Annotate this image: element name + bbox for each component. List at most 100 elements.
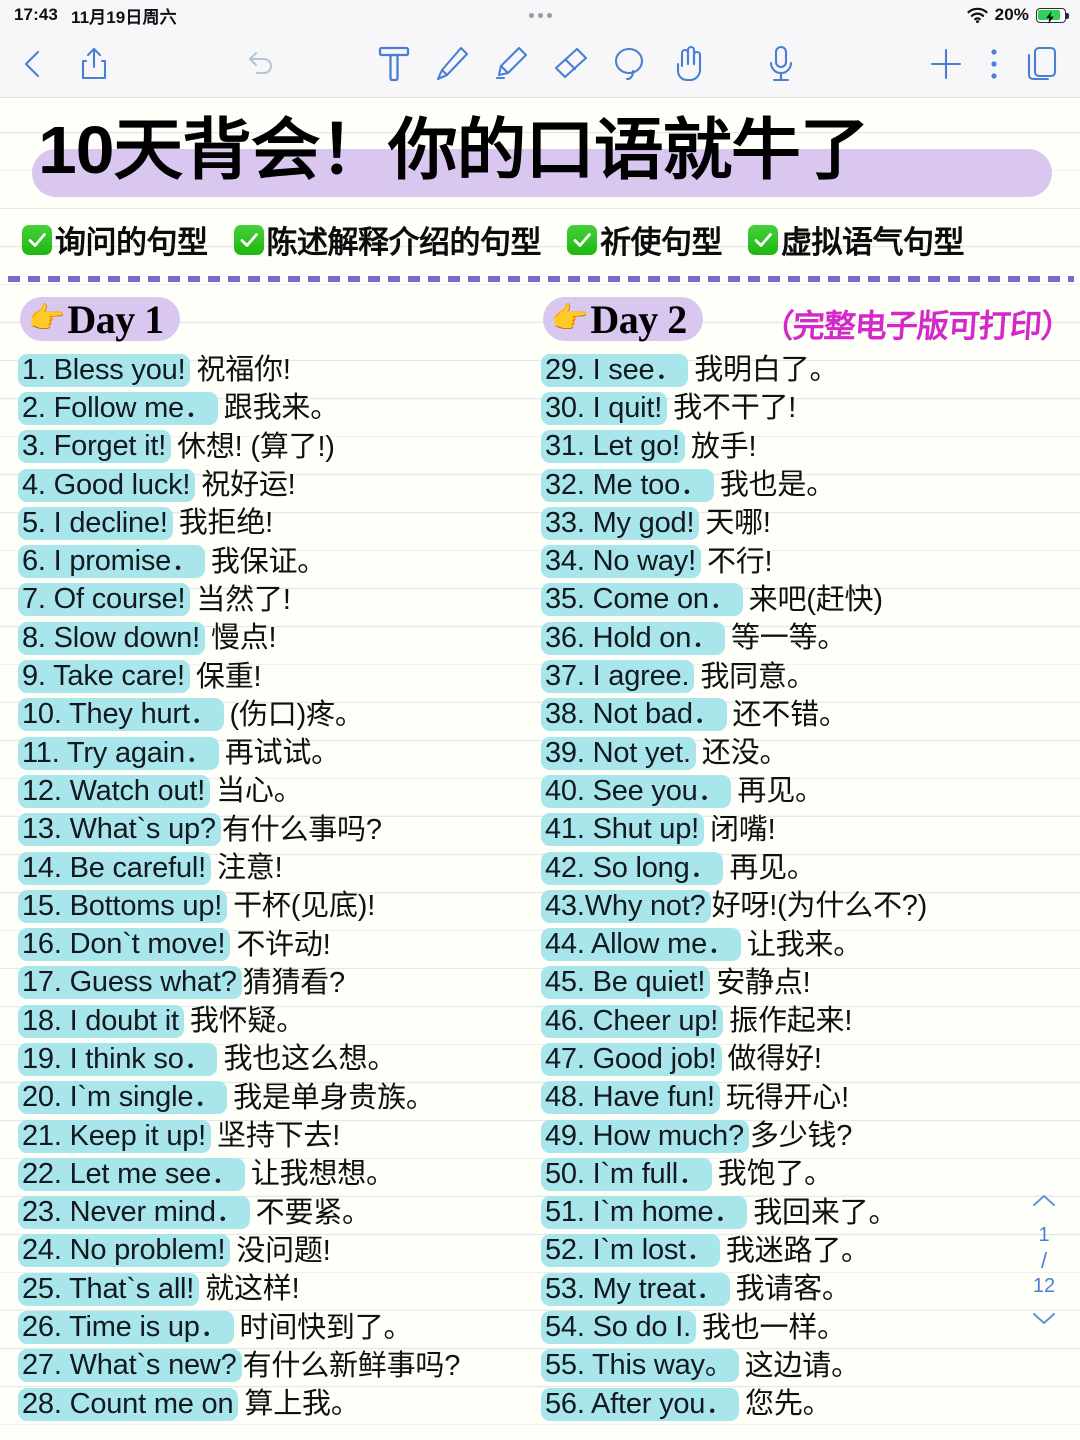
phrase-english: 46. Cheer up! (541, 1004, 724, 1038)
page-separator: / (1040, 1248, 1048, 1273)
phrase-english: 24. No problem! (18, 1234, 231, 1268)
phrase-chinese: 慢点! (210, 622, 277, 655)
phrase-english: 34. No way! (541, 545, 701, 579)
phrase-english: 31. Let go! (541, 430, 685, 464)
plus-icon[interactable] (928, 46, 964, 82)
phrase-chinese: 我也这么想。 (223, 1043, 397, 1076)
phrase-english: 8. Slow down! (18, 621, 205, 655)
highlighter-icon[interactable] (492, 44, 530, 84)
pen-icon[interactable] (433, 44, 471, 84)
phrase-row: 34. No way! 不行! (541, 542, 1061, 580)
phrase-english: 17. Guess what? (18, 966, 242, 1000)
phrase-chinese: 闭嘴! (710, 813, 776, 846)
phrase-english: 18. I doubt it (18, 1004, 184, 1038)
check-mark-icon (567, 224, 597, 255)
phrase-row: 2. Follow me． 跟我来。 (18, 389, 538, 427)
phrase-chinese: 不要紧。 (255, 1196, 371, 1229)
status-bar-left: 17:43 11月19日周六 (14, 3, 177, 28)
toolbar-left-group (0, 46, 278, 82)
phrase-row: 44. Allow me． 让我来。 (541, 925, 1061, 963)
chevron-up-icon[interactable] (1031, 1192, 1057, 1212)
share-icon[interactable] (78, 46, 110, 82)
chevron-down-icon[interactable] (1031, 1310, 1057, 1330)
phrase-chinese: 来吧(赶快) (748, 583, 883, 616)
phrase-chinese: 放手! (690, 430, 757, 463)
phrase-chinese: 还没。 (701, 737, 789, 770)
lasso-icon[interactable] (610, 44, 648, 84)
phrase-row: 32. Me too． 我也是。 (541, 466, 1061, 504)
phrase-english: 14. Be careful! (18, 851, 211, 885)
phrase-row: 23. Never mind． 不要紧。 (18, 1194, 538, 1232)
phrase-row: 46. Cheer up! 振作起来! (541, 1002, 1061, 1040)
phrase-row: 20. I`m single． 我是单身贵族。 (18, 1079, 538, 1117)
phrase-chinese: 祝福你! (196, 354, 291, 387)
day1-pill: 👉 Day 1 (20, 297, 180, 342)
phrase-english: 44. Allow me． (541, 928, 741, 962)
phrase-english: 5. I decline! (18, 506, 173, 540)
phrase-chinese: 让我来。 (746, 928, 863, 961)
phrase-chinese: 我同意。 (700, 660, 816, 693)
eraser-icon[interactable] (551, 44, 589, 84)
phrase-row: 12. Watch out! 当心。 (18, 772, 538, 810)
editor-toolbar (0, 30, 1080, 98)
text-T-icon[interactable] (376, 44, 412, 84)
phrase-english: 7. Of course! (18, 583, 191, 617)
hand-pointer-icon[interactable] (669, 44, 707, 84)
phrase-english: 32. Me too． (541, 468, 714, 502)
pointing-hand-icon: 👉 (28, 302, 66, 335)
phrase-english: 11. Try again． (18, 736, 219, 770)
phrase-english: 6. I promise． (18, 545, 205, 579)
phrase-row: 55. This way。 这边请。 (541, 1347, 1061, 1385)
phrase-row: 43.Why not? 好呀!(为什么不?) (541, 887, 1061, 925)
phrase-row: 50. I`m full． 我饱了。 (541, 1155, 1061, 1193)
tag-label: 询问的句型 (55, 225, 208, 260)
phrase-chinese: 我饱了。 (717, 1158, 833, 1191)
phrase-chinese: 我也是。 (719, 469, 836, 502)
chevron-left-icon[interactable] (18, 47, 48, 81)
status-date: 11月19日周六 (70, 7, 177, 27)
phrase-chinese: 我保证。 (210, 545, 327, 578)
phrase-chinese: 当然了! (196, 583, 291, 616)
phrase-row: 17. Guess what? 猜猜看? (18, 964, 538, 1002)
phrase-row: 37. I agree. 我同意。 (541, 657, 1061, 695)
page-counter: 1 / 12 (1033, 1224, 1055, 1298)
phrase-row: 54. So do I. 我也一样。 (541, 1308, 1061, 1346)
phrase-english: 2. Follow me． (18, 391, 218, 425)
phrase-english: 33. My god! (541, 506, 700, 540)
phrase-row: 10. They hurt． (伤口)疼。 (18, 696, 538, 734)
phrase-chinese: 这边请。 (744, 1349, 860, 1382)
page-navigator[interactable]: 1 / 12 (1022, 1192, 1066, 1330)
tag-item: 虚拟语气句型 (748, 217, 965, 262)
tag-item: 祈使句型 (567, 217, 723, 262)
phrase-chinese: 不许动! (236, 928, 331, 961)
phrase-row: 38. Not bad． 还不错。 (541, 696, 1061, 734)
vertical-dots-icon[interactable] (988, 46, 1000, 82)
toolbar-right-group (928, 45, 1060, 83)
phrase-chinese: 跟我来。 (223, 392, 339, 425)
phrase-english: 27. What`s new? (18, 1349, 242, 1383)
phrase-row: 13. What`s up? 有什么事吗? (18, 811, 538, 849)
dashed-divider (8, 276, 1074, 282)
tag-label: 陈述解释介绍的句型 (266, 225, 542, 260)
phrase-chinese: 我回来了。 (753, 1196, 898, 1229)
note-page-canvas[interactable]: 10天背会！你的口语就牛了 询问的句型 陈述解释介绍的句型 祈使句型 虚拟语气句… (0, 99, 1080, 1440)
undo-arrow-icon[interactable] (244, 47, 278, 81)
phrase-chinese: 保重! (195, 660, 262, 693)
phrase-english: 42. So long． (541, 851, 724, 885)
phrase-english: 54. So do I. (541, 1311, 696, 1345)
phrase-chinese: 等一等。 (730, 622, 847, 655)
phrase-chinese: 猜猜看? (242, 966, 346, 999)
phrase-chinese: 时间快到了。 (239, 1311, 413, 1344)
phrase-row: 31. Let go! 放手! (541, 428, 1061, 466)
phrase-chinese: 我请客。 (735, 1273, 851, 1306)
phrase-chinese: 算上我。 (244, 1388, 360, 1421)
pages-copy-icon[interactable] (1024, 45, 1060, 83)
phrase-chinese: 还不错。 (732, 698, 848, 731)
phrase-chinese: 干杯(见底)! (233, 890, 376, 923)
microphone-icon[interactable] (765, 44, 797, 84)
phrase-chinese: 安静点! (716, 966, 811, 999)
phrase-row: 48. Have fun! 玩得开心! (541, 1079, 1061, 1117)
phrase-chinese: 好呀!(为什么不?) (711, 890, 928, 923)
phrase-english: 49. How much? (541, 1119, 749, 1153)
status-bar-right: 20% (967, 5, 1069, 25)
